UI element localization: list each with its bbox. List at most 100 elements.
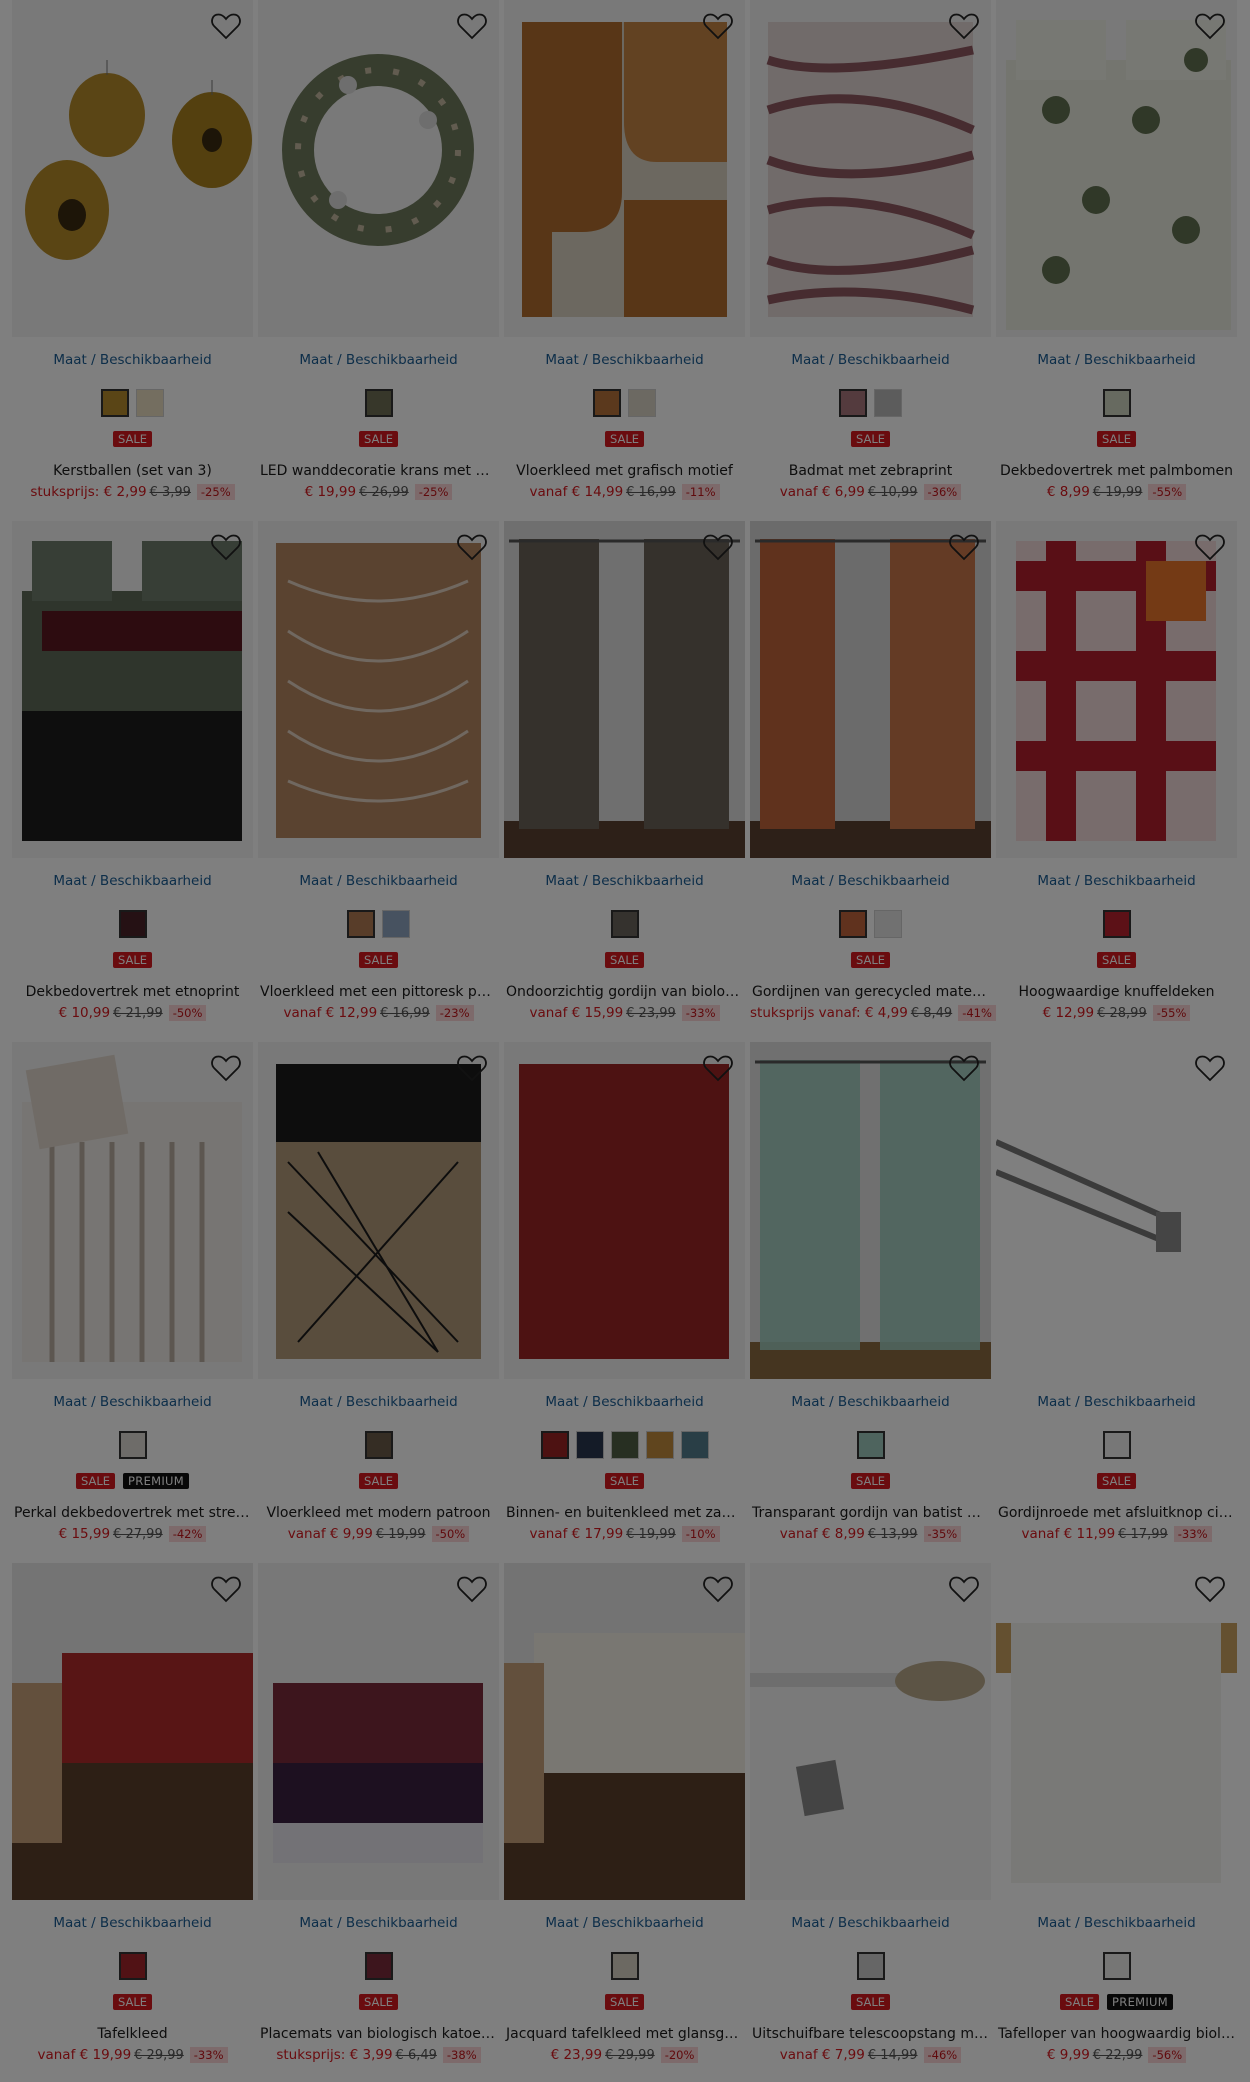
product-card[interactable]: Maat / Beschikbaarheid SALE Gordijnroede m… (996, 1042, 1237, 1563)
product-title[interactable]: Hoogwaardige knuffeldeken (996, 982, 1237, 1002)
product-title[interactable]: Tafelkleed (12, 2024, 253, 2044)
size-availability-link[interactable]: Maat / Beschikbaarheid (258, 872, 499, 890)
product-card[interactable]: Maat / Beschikbaarheid SALE Vloerkleed met… (258, 1042, 499, 1563)
grey-curtain-image[interactable] (504, 521, 745, 858)
color-swatch[interactable] (839, 910, 867, 938)
product-card[interactable]: Maat / Beschikbaarheid SALE Badmat met zeb… (750, 0, 991, 521)
size-availability-link[interactable]: Maat / Beschikbaarheid (750, 872, 991, 890)
color-swatch[interactable] (610, 1431, 639, 1459)
product-card[interactable]: Maat / Beschikbaarheid SALE Binnen- en bui… (504, 1042, 745, 1563)
product-title[interactable]: Uitschuifbare telescoopstang met ... (750, 2024, 991, 2044)
product-card[interactable]: Maat / Beschikbaarheid SALE Hoogwaardige k… (996, 521, 1237, 1042)
product-title[interactable]: Tafelloper van hoogwaardig biologi... (996, 2024, 1237, 2044)
modern-rug-image[interactable] (258, 1042, 499, 1379)
color-swatch[interactable] (1102, 1431, 1131, 1459)
color-swatch[interactable] (101, 389, 129, 417)
product-title[interactable]: Vloerkleed met modern patroon (258, 1503, 499, 1523)
color-swatch[interactable] (593, 389, 621, 417)
wishlist-heart-icon[interactable] (211, 1575, 241, 1603)
size-availability-link[interactable]: Maat / Beschikbaarheid (258, 1914, 499, 1932)
ethno-bedding-image[interactable] (12, 521, 253, 858)
color-swatch[interactable] (680, 1431, 709, 1459)
color-swatch[interactable] (382, 910, 410, 938)
size-availability-link[interactable]: Maat / Beschikbaarheid (750, 1393, 991, 1411)
color-swatch[interactable] (1102, 1952, 1131, 1980)
wishlist-heart-icon[interactable] (457, 1054, 487, 1082)
wishlist-heart-icon[interactable] (1195, 1054, 1225, 1082)
color-swatch[interactable] (118, 910, 147, 938)
zebra-mat-image[interactable] (750, 0, 991, 337)
sheer-curtain-image[interactable] (750, 1042, 991, 1379)
product-card[interactable]: Maat / Beschikbaarheid SALE Dekbedovertrek… (996, 0, 1237, 521)
wishlist-heart-icon[interactable] (457, 1575, 487, 1603)
leaf-rug-image[interactable] (258, 521, 499, 858)
wishlist-heart-icon[interactable] (457, 533, 487, 561)
jacquard-tablecloth-image[interactable] (504, 1563, 745, 1900)
wishlist-heart-icon[interactable] (1195, 12, 1225, 40)
product-card[interactable]: Maat / Beschikbaarheid SALE Transparant go… (750, 1042, 991, 1563)
product-title[interactable]: Binnen- en buitenkleed met zacht o... (504, 1503, 745, 1523)
striped-bedding-image[interactable] (12, 1042, 253, 1379)
red-tablecloth-image[interactable] (12, 1563, 253, 1900)
orange-curtain-image[interactable] (750, 521, 991, 858)
graphic-rug-image[interactable] (504, 0, 745, 337)
size-availability-link[interactable]: Maat / Beschikbaarheid (258, 1393, 499, 1411)
product-card[interactable]: Maat / Beschikbaarheid SALE LED wanddecora… (258, 0, 499, 521)
table-runner-image[interactable] (996, 1563, 1237, 1900)
wishlist-heart-icon[interactable] (949, 1575, 979, 1603)
product-title[interactable]: Placemats van biologisch katoen (s... (258, 2024, 499, 2044)
product-card[interactable]: Maat / Beschikbaarheid SALE Placemats van … (258, 1563, 499, 2082)
color-swatch[interactable] (874, 910, 902, 938)
product-card[interactable]: Maat / Beschikbaarheid SALE Vloerkleed met… (258, 521, 499, 1042)
wreath-image[interactable] (258, 0, 499, 337)
size-availability-link[interactable]: Maat / Beschikbaarheid (12, 1393, 253, 1411)
product-title[interactable]: LED wanddecoratie krans met blad... (258, 461, 499, 481)
product-title[interactable]: Transparant gordijn van batist met ... (750, 1503, 991, 1523)
color-swatch[interactable] (118, 1952, 147, 1980)
color-swatch[interactable] (118, 1431, 147, 1459)
wishlist-heart-icon[interactable] (1195, 1575, 1225, 1603)
color-swatch[interactable] (136, 389, 164, 417)
color-swatch[interactable] (540, 1431, 569, 1459)
product-card[interactable]: Maat / Beschikbaarheid SALE Dekbedovertrek… (12, 521, 253, 1042)
product-title[interactable]: Kerstballen (set van 3) (12, 461, 253, 481)
size-availability-link[interactable]: Maat / Beschikbaarheid (12, 1914, 253, 1932)
product-card[interactable]: Maat / Beschikbaarheid SALE Tafelkleed vana… (12, 1563, 253, 2082)
size-availability-link[interactable]: Maat / Beschikbaarheid (504, 1393, 745, 1411)
product-title[interactable]: Dekbedovertrek met palmbomen (996, 461, 1237, 481)
product-title[interactable]: Dekbedovertrek met etnoprint (12, 982, 253, 1002)
size-availability-link[interactable]: Maat / Beschikbaarheid (996, 872, 1237, 890)
wishlist-heart-icon[interactable] (949, 533, 979, 561)
color-swatch[interactable] (856, 1952, 885, 1980)
color-swatch[interactable] (364, 389, 393, 417)
placemats-image[interactable] (258, 1563, 499, 1900)
color-swatch[interactable] (575, 1431, 604, 1459)
color-swatch[interactable] (1102, 910, 1131, 938)
product-card[interactable]: Maat / Beschikbaarheid SALE PREMIUM Tafello… (996, 1563, 1237, 2082)
color-swatch[interactable] (874, 389, 902, 417)
product-card[interactable]: Maat / Beschikbaarheid SALE Jacquard tafel… (504, 1563, 745, 2082)
size-availability-link[interactable]: Maat / Beschikbaarheid (258, 351, 499, 369)
size-availability-link[interactable]: Maat / Beschikbaarheid (504, 1914, 745, 1932)
size-availability-link[interactable]: Maat / Beschikbaarheid (504, 351, 745, 369)
size-availability-link[interactable]: Maat / Beschikbaarheid (12, 872, 253, 890)
product-card[interactable]: Maat / Beschikbaarheid SALE PREMIUM Perkal … (12, 1042, 253, 1563)
wishlist-heart-icon[interactable] (211, 1054, 241, 1082)
curtain-rod-image[interactable] (996, 1042, 1237, 1379)
wishlist-heart-icon[interactable] (949, 12, 979, 40)
color-swatch[interactable] (839, 389, 867, 417)
product-card[interactable]: Maat / Beschikbaarheid SALE Uitschuifbare … (750, 1563, 991, 2082)
color-swatch[interactable] (610, 1952, 639, 1980)
size-availability-link[interactable]: Maat / Beschikbaarheid (996, 1914, 1237, 1932)
color-swatch[interactable] (628, 389, 656, 417)
product-title[interactable]: Ondoorzichtig gordijn van biologisc... (504, 982, 745, 1002)
product-card[interactable]: Maat / Beschikbaarheid SALE Kerstballen (s… (12, 0, 253, 521)
wishlist-heart-icon[interactable] (1195, 533, 1225, 561)
wishlist-heart-icon[interactable] (703, 533, 733, 561)
wishlist-heart-icon[interactable] (211, 12, 241, 40)
size-availability-link[interactable]: Maat / Beschikbaarheid (996, 1393, 1237, 1411)
color-swatch[interactable] (364, 1431, 393, 1459)
product-title[interactable]: Perkal dekbedovertrek met strepen (12, 1503, 253, 1523)
product-card[interactable]: Maat / Beschikbaarheid SALE Vloerkleed met… (504, 0, 745, 521)
product-card[interactable]: Maat / Beschikbaarheid SALE Ondoorzichtig … (504, 521, 745, 1042)
